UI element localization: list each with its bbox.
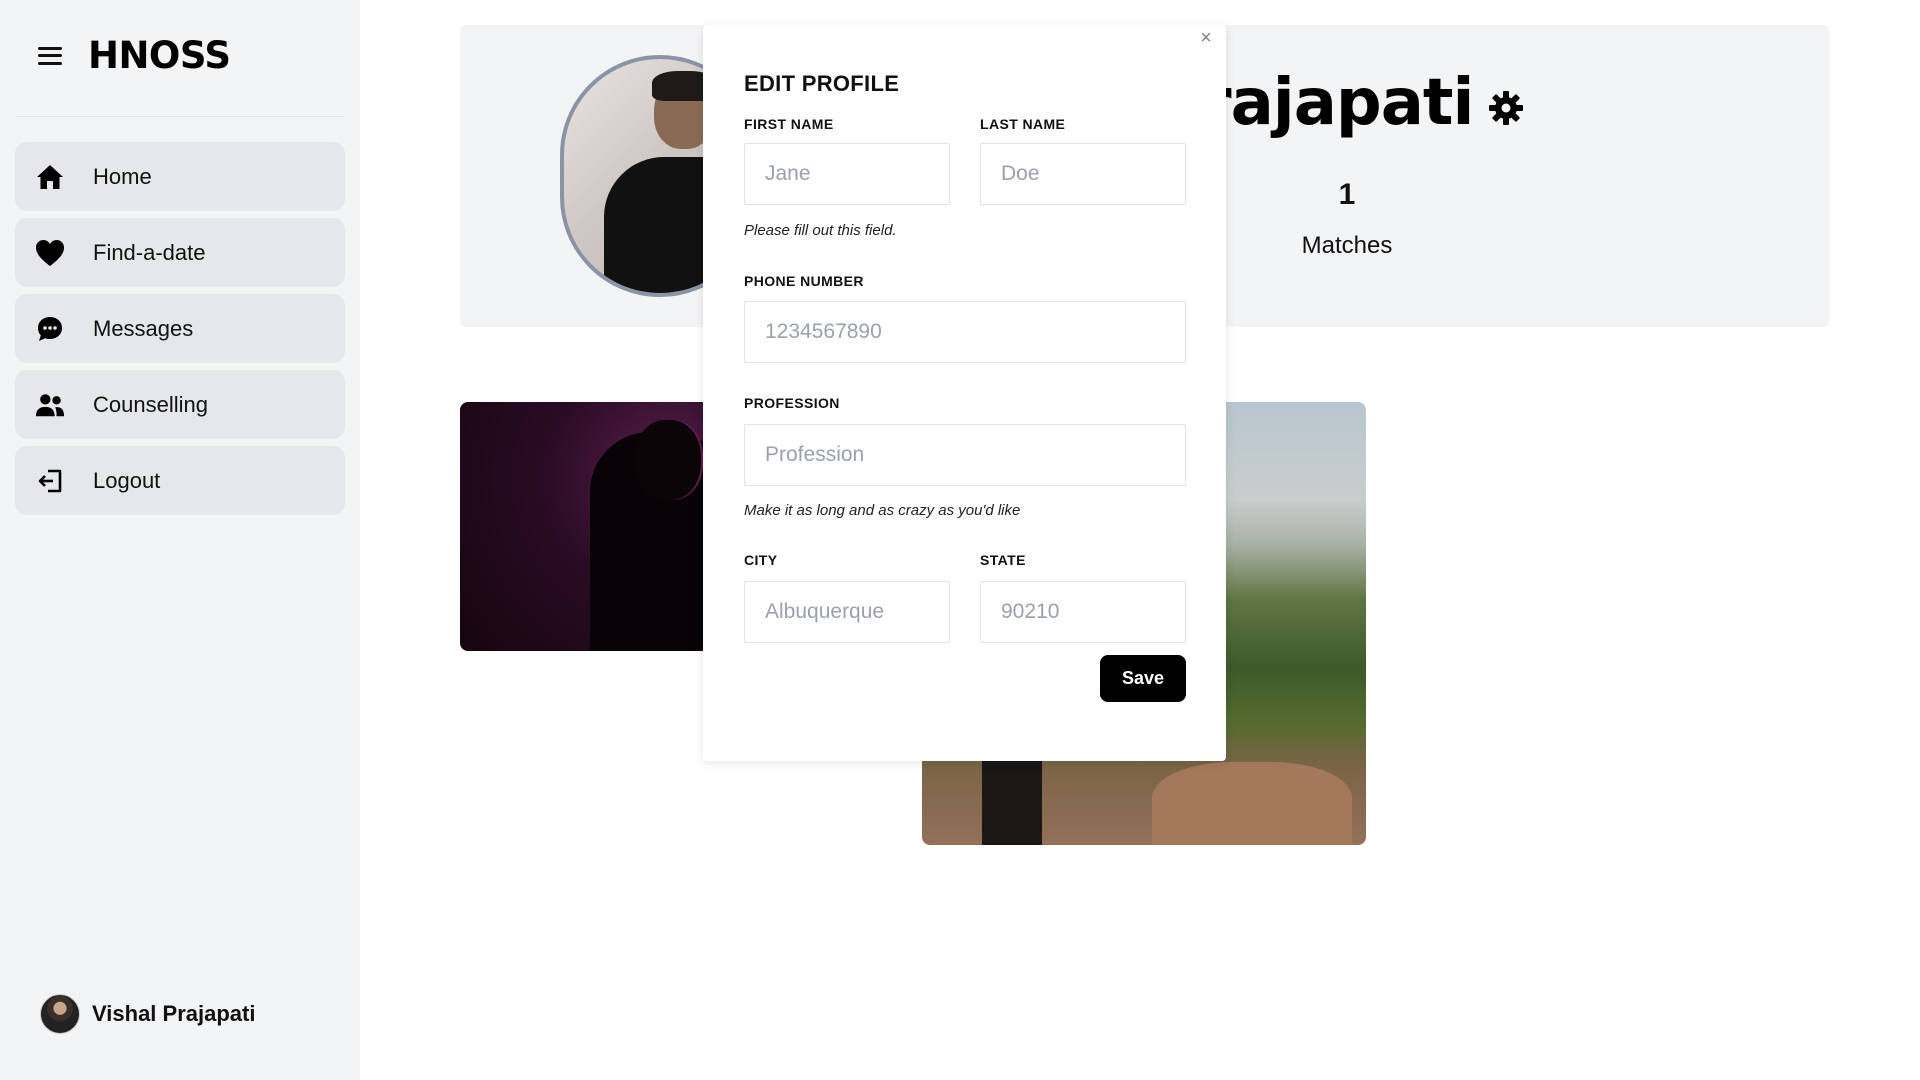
save-button[interactable]: Save	[1100, 655, 1186, 702]
logout-icon	[35, 466, 65, 496]
sidebar-item-label: Messages	[93, 315, 194, 341]
users-icon	[35, 390, 65, 420]
first-name-field[interactable]	[744, 143, 950, 205]
home-icon	[35, 162, 65, 192]
sidebar-item-messages[interactable]: Messages	[15, 294, 345, 363]
modal-title: EDIT PROFILE	[744, 71, 900, 96]
user-name: Vishal Prajapati	[92, 1001, 256, 1026]
state-field[interactable]	[980, 581, 1186, 643]
avatar	[40, 994, 80, 1034]
phone-number-label: PHONE NUMBER	[744, 273, 864, 289]
heart-icon	[35, 238, 65, 268]
last-name-label: LAST NAME	[980, 116, 1066, 132]
sidebar-item-logout[interactable]: Logout	[15, 446, 345, 515]
sidebar-item-label: Counselling	[93, 391, 208, 417]
first-name-label: FIRST NAME	[744, 116, 834, 132]
sidebar-nav: Home Find-a-date Messages Counselling Lo…	[15, 142, 345, 515]
chat-bubble-icon	[35, 314, 65, 344]
profession-hint: Make it as long and as crazy as you'd li…	[744, 502, 1021, 519]
phone-number-field[interactable]	[744, 301, 1186, 363]
current-user[interactable]: Vishal Prajapati	[40, 994, 255, 1034]
sidebar: HNOSS Home Find-a-date Messages Counsell…	[0, 0, 360, 1080]
sidebar-item-label: Logout	[93, 467, 161, 493]
first-name-hint: Please fill out this field.	[744, 222, 897, 239]
profession-field[interactable]	[744, 424, 1186, 486]
hamburger-menu-icon[interactable]	[36, 45, 64, 67]
close-icon[interactable]: ×	[1194, 26, 1218, 50]
sidebar-item-find-a-date[interactable]: Find-a-date	[15, 218, 345, 287]
matches-label: Matches	[1301, 232, 1393, 259]
sidebar-item-label: Home	[93, 163, 152, 189]
sidebar-item-home[interactable]: Home	[15, 142, 345, 211]
city-field[interactable]	[744, 581, 950, 643]
profession-label: PROFESSION	[744, 395, 840, 411]
profile-name: rajapati	[1200, 66, 1474, 140]
brand-title: HNOSS	[88, 34, 231, 77]
brand: HNOSS	[36, 34, 231, 77]
state-label: STATE	[980, 552, 1026, 568]
sidebar-item-counselling[interactable]: Counselling	[15, 370, 345, 439]
sidebar-divider	[15, 116, 345, 117]
gear-icon[interactable]	[1486, 88, 1526, 128]
sidebar-item-label: Find-a-date	[93, 239, 206, 265]
matches-count: 1	[1338, 178, 1356, 211]
last-name-field[interactable]	[980, 143, 1186, 205]
edit-profile-modal	[703, 25, 1226, 761]
city-label: CITY	[744, 552, 778, 568]
